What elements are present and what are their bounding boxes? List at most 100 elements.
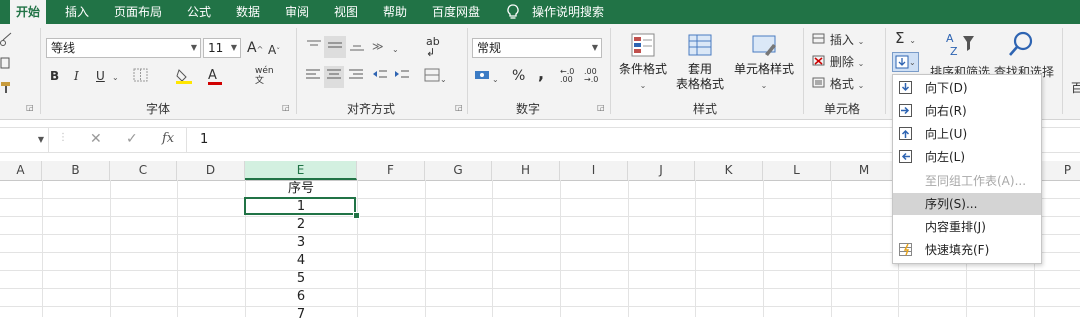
baidu-extra-button[interactable]: 百	[1071, 80, 1080, 96]
tab-insert[interactable]: 插入	[65, 0, 89, 24]
cell-styles-button[interactable]: 单元格样式 ⌄	[732, 32, 796, 93]
align-bottom-icon[interactable]	[348, 38, 366, 56]
column-header-F[interactable]: F	[357, 161, 425, 180]
align-top-icon[interactable]	[305, 38, 323, 56]
percent-button[interactable]: %	[512, 68, 525, 84]
menu-item-fill-up[interactable]: 向上(U)	[893, 123, 1041, 145]
increase-indent-icon[interactable]	[394, 68, 410, 86]
tab-review[interactable]: 审阅	[285, 0, 309, 24]
name-box[interactable]: ▼	[0, 128, 49, 152]
font-name-value: 等线	[51, 41, 76, 55]
menu-item-justify[interactable]: 内容重排(J)	[893, 216, 1041, 238]
menu-item-flash-fill[interactable]: 快速填充(F)	[893, 239, 1041, 261]
comma-button[interactable]: ,	[538, 66, 544, 82]
menu-item-fill-right[interactable]: 向右(R)	[893, 100, 1041, 122]
align-middle-icon[interactable]	[324, 36, 346, 58]
cut-icon[interactable]	[0, 32, 12, 50]
insert-function-icon[interactable]: fx	[162, 131, 174, 146]
column-header-D[interactable]: D	[177, 161, 245, 180]
cell-E5[interactable]: 4	[245, 252, 357, 270]
column-header-A[interactable]: A	[0, 161, 42, 180]
copy-icon[interactable]	[0, 56, 12, 74]
tab-page-layout[interactable]: 页面布局	[114, 0, 162, 24]
align-left-icon[interactable]	[305, 68, 321, 86]
format-cells-button[interactable]: 格式 ⌄	[812, 76, 864, 94]
phonetic-guide-button[interactable]: wén 文	[255, 66, 274, 86]
delete-cells-button[interactable]: 删除 ⌄	[812, 54, 864, 72]
cell-E7[interactable]: 6	[245, 288, 357, 306]
font-name-combo[interactable]: 等线 ▼	[46, 38, 201, 58]
tab-data[interactable]: 数据	[236, 0, 260, 24]
number-launcher-icon[interactable]: ◲	[597, 103, 605, 112]
grow-font-button[interactable]: A^	[247, 40, 263, 58]
menu-item-fill-down[interactable]: 向下(D)	[893, 77, 1041, 99]
menu-item-series[interactable]: 序列(S)...	[893, 193, 1041, 215]
chevron-down-icon: ▼	[591, 43, 598, 52]
column-header-J[interactable]: J	[628, 161, 695, 180]
currency-icon[interactable]: ⌄	[474, 68, 499, 88]
tab-view[interactable]: 视图	[334, 0, 358, 24]
tab-formulas[interactable]: 公式	[187, 0, 211, 24]
fill-up-icon	[899, 127, 912, 140]
font-launcher-icon[interactable]: ◲	[282, 103, 290, 112]
wrap-text-button[interactable]: ab ↲	[426, 36, 440, 58]
autosum-button[interactable]: Σ ⌄	[895, 30, 916, 49]
cell-E4[interactable]: 3	[245, 234, 357, 252]
font-color-icon[interactable]: A	[208, 67, 222, 85]
sort-filter-icon[interactable]: AZ	[945, 30, 975, 62]
italic-button[interactable]: I	[74, 68, 79, 84]
bold-button[interactable]: B	[50, 68, 59, 84]
fill-color-icon[interactable]	[175, 68, 193, 88]
format-painter-icon[interactable]	[0, 80, 12, 98]
formula-input[interactable]: 1	[200, 132, 208, 147]
fill-handle[interactable]	[353, 212, 360, 219]
column-header-E[interactable]: E	[245, 161, 357, 180]
format-as-table-button[interactable]: 套用 表格格式	[668, 32, 732, 92]
tab-baidu-netdisk[interactable]: 百度网盘	[432, 0, 480, 24]
tab-help[interactable]: 帮助	[383, 0, 407, 24]
merge-center-icon[interactable]: ⌄	[424, 68, 447, 88]
cell-E6[interactable]: 5	[245, 270, 357, 288]
conditional-format-icon	[630, 32, 656, 58]
active-cell-outline	[244, 197, 356, 215]
fill-button[interactable]: ⌄	[892, 52, 919, 72]
insert-cells-button[interactable]: 插入 ⌄	[812, 32, 864, 50]
decrease-indent-icon[interactable]	[372, 68, 388, 86]
fill-down-icon	[899, 81, 912, 94]
chevron-down-icon: ▼	[190, 43, 197, 52]
font-size-combo[interactable]: 11 ▼	[203, 38, 241, 58]
number-format-combo[interactable]: 常规 ▼	[472, 38, 602, 58]
clipboard-launcher-icon[interactable]: ◲	[26, 103, 34, 112]
decrease-decimal-button[interactable]: .00 →.0	[584, 68, 598, 84]
chevron-down-icon[interactable]: ⌄	[112, 68, 119, 86]
cancel-icon[interactable]: ✕	[90, 131, 102, 147]
formula-bar-grip: ⋮	[58, 132, 68, 143]
cell-E1[interactable]: 序号	[245, 180, 357, 198]
underline-button[interactable]: U	[96, 68, 105, 84]
column-header-I[interactable]: I	[560, 161, 628, 180]
tell-me-search[interactable]: 操作说明搜索	[532, 0, 604, 24]
tab-home[interactable]: 开始	[10, 0, 47, 24]
column-header-B[interactable]: B	[42, 161, 110, 180]
svg-text:≫: ≫	[372, 40, 384, 52]
align-center-icon[interactable]	[324, 66, 344, 88]
column-header-C[interactable]: C	[110, 161, 177, 180]
find-select-icon[interactable]	[1008, 30, 1036, 62]
align-right-icon[interactable]	[348, 68, 364, 86]
column-header-M[interactable]: M	[831, 161, 898, 180]
menu-item-fill-left[interactable]: 向左(L)	[893, 146, 1041, 168]
column-header-G[interactable]: G	[425, 161, 492, 180]
column-header-L[interactable]: L	[763, 161, 831, 180]
conditional-format-button[interactable]: 条件格式 ⌄	[616, 32, 670, 93]
cell-E8[interactable]: 7	[245, 306, 357, 324]
column-header-H[interactable]: H	[492, 161, 560, 180]
shrink-font-button[interactable]: Aˇ	[268, 42, 280, 60]
column-header-K[interactable]: K	[695, 161, 763, 180]
increase-decimal-button[interactable]: ←.0.00	[560, 68, 574, 84]
font-group-label: 字体	[146, 102, 171, 116]
alignment-launcher-icon[interactable]: ◲	[455, 103, 463, 112]
orientation-icon[interactable]: ≫ ⌄	[372, 38, 399, 58]
enter-icon[interactable]: ✓	[126, 131, 138, 147]
cell-E3[interactable]: 2	[245, 216, 357, 234]
border-icon[interactable]	[133, 68, 149, 86]
